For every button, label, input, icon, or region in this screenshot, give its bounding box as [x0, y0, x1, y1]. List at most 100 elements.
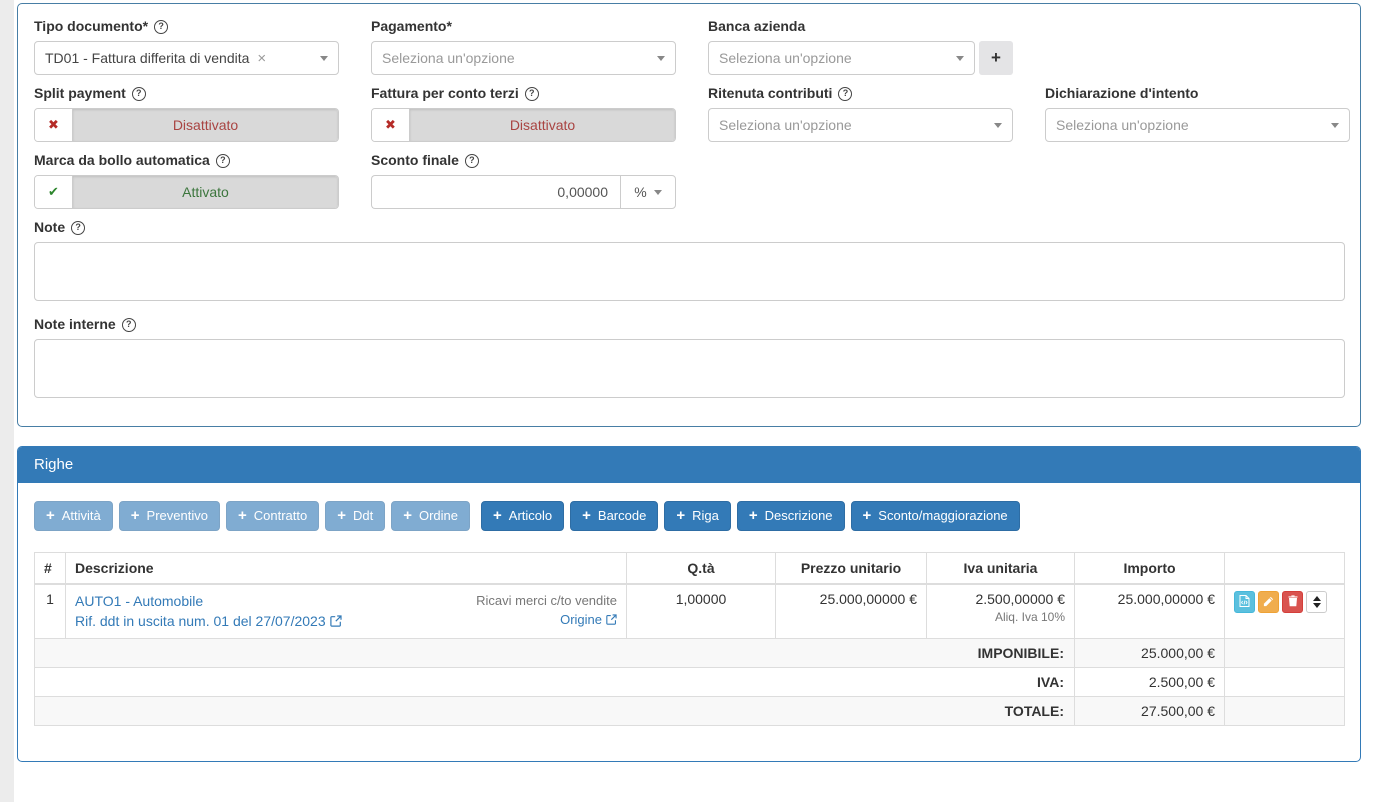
note-interne-label-text: Note interne: [34, 316, 116, 332]
help-icon[interactable]: ?: [524, 86, 539, 101]
help-icon[interactable]: ?: [215, 153, 230, 168]
origine-text: Origine: [560, 612, 602, 627]
righe-table: # Descrizione Q.tà Prezzo unitario Iva u…: [34, 552, 1345, 726]
dichiarazione-intento-label: Dichiarazione d'intento: [1045, 84, 1350, 103]
button-label: Contratto: [253, 508, 308, 523]
field-note-interne: Note interne ?: [34, 315, 1345, 398]
button-label: Ordine: [418, 508, 459, 523]
conto-text: Ricavi merci c/to vendite: [476, 593, 617, 608]
note-textarea[interactable]: [34, 242, 1345, 301]
button-label: Ddt: [352, 508, 374, 523]
help-icon[interactable]: ?: [131, 86, 146, 101]
row-edit-button[interactable]: [1258, 591, 1279, 613]
righe-toolbar: + Attività + Preventivo + Contratto + Dd…: [34, 501, 1345, 531]
row-iva-cell: 2.500,00000 € Aliq. Iva 10%: [926, 583, 1075, 639]
fattura-conto-terzi-label-text: Fattura per conto terzi: [371, 85, 519, 101]
trash-icon: [1288, 594, 1298, 610]
add-contratto-button[interactable]: + Contratto: [225, 501, 320, 531]
field-tipo-documento: Tipo documento* ? TD01 - Fattura differi…: [34, 17, 339, 75]
sconto-finale-unit-select[interactable]: %: [620, 175, 676, 209]
tipo-documento-value: TD01 - Fattura differita di vendita: [45, 50, 250, 66]
field-ritenuta-contributi: Ritenuta contributi ? Seleziona un'opzio…: [708, 84, 1013, 142]
add-banca-button[interactable]: +: [979, 41, 1013, 75]
header-prezzo-unitario: Prezzo unitario: [775, 552, 927, 585]
field-marca-da-bollo: Marca da bollo automatica ? ✔ Attivato: [34, 151, 339, 209]
edit-pencil-icon: [1263, 595, 1274, 610]
clear-icon[interactable]: ×: [257, 50, 266, 67]
help-icon[interactable]: ?: [154, 19, 169, 34]
row-actions-cell: [1224, 583, 1345, 639]
split-payment-state: Disattivato: [73, 109, 338, 141]
tipo-documento-label: Tipo documento* ?: [34, 17, 339, 36]
dichiarazione-intento-select[interactable]: Seleziona un'opzione: [1045, 108, 1350, 142]
iva-label: IVA:: [34, 667, 1075, 697]
plus-icon: +: [403, 507, 412, 524]
sconto-finale-label: Sconto finale ?: [371, 151, 676, 170]
row-detail-button[interactable]: [1234, 591, 1255, 613]
help-icon[interactable]: ?: [71, 220, 86, 235]
summary-empty-cell: [1224, 638, 1345, 668]
help-icon[interactable]: ?: [464, 153, 479, 168]
fattura-conto-terzi-state: Disattivato: [410, 109, 675, 141]
pagamento-placeholder: Seleziona un'opzione: [382, 50, 515, 66]
add-riga-button[interactable]: + Riga: [664, 501, 731, 531]
row-delete-button[interactable]: [1282, 591, 1303, 613]
pagamento-label: Pagamento*: [371, 17, 676, 36]
origine-link[interactable]: Origine: [560, 612, 617, 627]
field-note: Note ?: [34, 218, 1345, 301]
banca-azienda-label: Banca azienda: [708, 17, 1013, 36]
imponibile-value: 25.000,00 €: [1074, 638, 1225, 668]
summary-row-totale: TOTALE: 27.500,00 €: [34, 696, 1345, 726]
ritenuta-contributi-select[interactable]: Seleziona un'opzione: [708, 108, 1013, 142]
article-link[interactable]: AUTO1 - Automobile: [75, 593, 203, 609]
add-attivita-button[interactable]: + Attività: [34, 501, 113, 531]
banca-azienda-select[interactable]: Seleziona un'opzione: [708, 41, 975, 75]
field-sconto-finale: Sconto finale ? %: [371, 151, 676, 209]
button-label: Articolo: [508, 508, 553, 523]
tipo-documento-select[interactable]: TD01 - Fattura differita di vendita ×: [34, 41, 339, 75]
external-link-icon: [606, 611, 617, 630]
iva-value: 2.500,00 €: [1074, 667, 1225, 697]
row-importo: 25.000,00000 €: [1074, 583, 1225, 639]
tipo-documento-label-text: Tipo documento*: [34, 18, 149, 34]
button-label: Attività: [61, 508, 101, 523]
row-sort-handle[interactable]: [1306, 591, 1327, 613]
left-gutter: [0, 0, 14, 802]
add-sconto-maggiorazione-button[interactable]: + Sconto/maggiorazione: [850, 501, 1020, 531]
pagamento-select[interactable]: Seleziona un'opzione: [371, 41, 676, 75]
plus-icon: +: [46, 507, 55, 524]
add-ordine-button[interactable]: + Ordine: [391, 501, 471, 531]
marca-da-bollo-label: Marca da bollo automatica ?: [34, 151, 339, 170]
plus-icon: +: [748, 507, 758, 524]
summary-row-imponibile: IMPONIBILE: 25.000,00 €: [34, 638, 1345, 668]
sort-down-icon: [1312, 603, 1321, 608]
page: Tipo documento* ? TD01 - Fattura differi…: [0, 0, 1378, 802]
fattura-conto-terzi-toggle[interactable]: ✖ Disattivato: [371, 108, 676, 142]
add-articolo-button[interactable]: + Articolo: [481, 501, 565, 531]
help-icon[interactable]: ?: [838, 86, 853, 101]
caret-down-icon: [657, 55, 665, 61]
row-prezzo: 25.000,00000 €: [775, 583, 927, 639]
note-interne-textarea[interactable]: [34, 339, 1345, 398]
add-barcode-button[interactable]: + Barcode: [570, 501, 659, 531]
marca-da-bollo-toggle[interactable]: ✔ Attivato: [34, 175, 339, 209]
righe-panel-title: Righe: [18, 447, 1360, 483]
header-qta: Q.tà: [626, 552, 776, 585]
plus-icon: +: [862, 507, 872, 524]
cross-icon: ✖: [35, 109, 73, 141]
sconto-finale-input[interactable]: [371, 175, 620, 209]
add-descrizione-button[interactable]: + Descrizione: [736, 501, 845, 531]
marca-da-bollo-label-text: Marca da bollo automatica: [34, 152, 210, 168]
plus-icon: +: [493, 507, 502, 524]
check-icon: ✔: [35, 176, 73, 208]
add-preventivo-button[interactable]: + Preventivo: [118, 501, 220, 531]
note-label-text: Note: [34, 219, 66, 235]
help-icon[interactable]: ?: [121, 317, 136, 332]
totale-label: TOTALE:: [34, 696, 1075, 726]
split-payment-toggle[interactable]: ✖ Disattivato: [34, 108, 339, 142]
add-ddt-button[interactable]: + Ddt: [325, 501, 386, 531]
ddt-reference-link[interactable]: Rif. ddt in uscita num. 01 del 27/07/202…: [75, 613, 342, 629]
file-invoice-icon: [1239, 594, 1250, 610]
field-split-payment: Split payment ? ✖ Disattivato: [34, 84, 339, 142]
plus-icon: +: [676, 507, 686, 524]
